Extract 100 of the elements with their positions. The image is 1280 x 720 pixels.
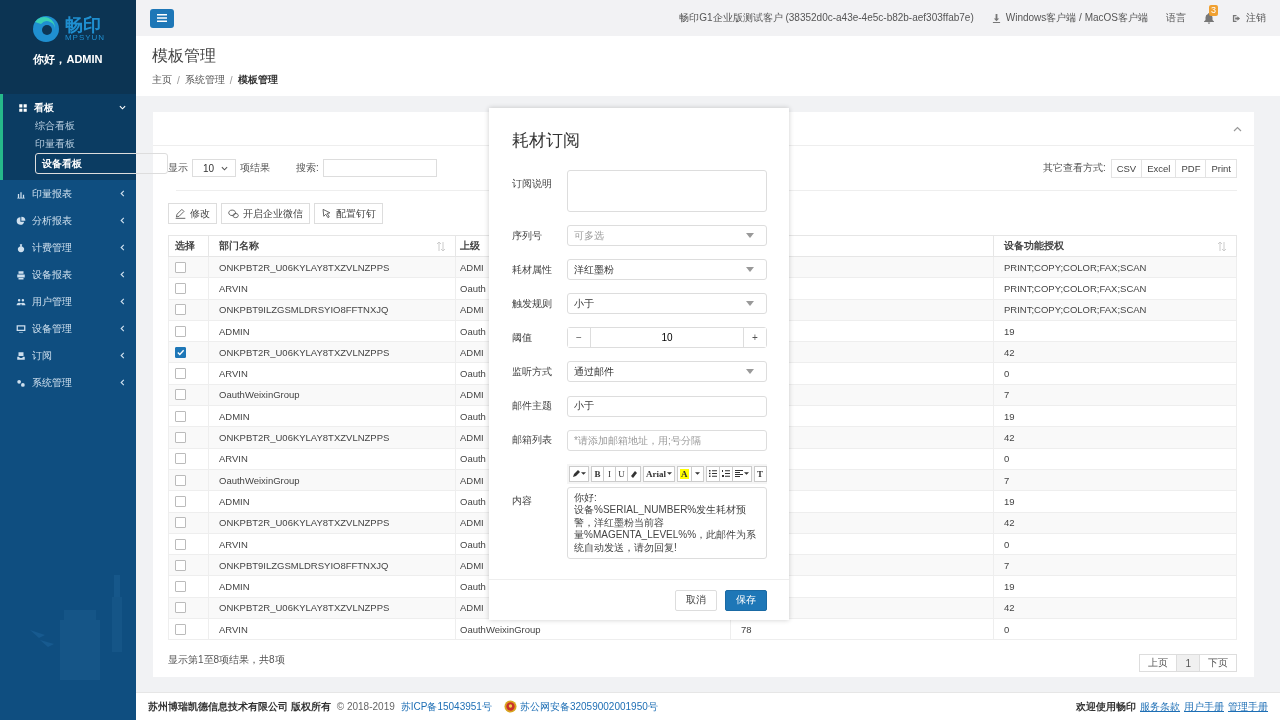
caret-icon (746, 267, 754, 272)
content-editor[interactable]: 你好: 设备%SERIAL_NUMBER%发生耗材预警，洋红墨粉当前容量%MAGENTA_LEVEL%%，此邮件为系统自动发送，请勿回复! (567, 486, 767, 559)
select-field[interactable]: 洋红墨粉 (567, 259, 767, 280)
row-checkbox[interactable] (175, 304, 186, 316)
toolbar-button[interactable] (705, 465, 720, 482)
select-field[interactable]: 小于 (567, 293, 767, 314)
export-button[interactable]: CSV (1110, 158, 1143, 178)
sidebar-item[interactable]: 印量报表 (0, 184, 136, 203)
row-checkbox[interactable] (175, 261, 186, 273)
row-checkbox[interactable] (175, 453, 186, 465)
row-checkbox[interactable] (175, 495, 186, 507)
sidebar-item[interactable]: 设备报表 (0, 265, 136, 284)
toolbar-button[interactable]: T (753, 465, 767, 482)
export-button[interactable]: PDF (1175, 158, 1207, 178)
bag-icon (16, 242, 26, 253)
table-cell: ONKPBT2R_U06KYLAY8TXZVLNZPPS (219, 517, 390, 529)
select-field[interactable]: 通过邮件 (567, 361, 767, 382)
row-checkbox[interactable] (175, 346, 186, 358)
export-button[interactable]: Print (1205, 158, 1237, 178)
sidebar-item[interactable]: 用户管理 (0, 292, 136, 311)
toolbar-button[interactable] (731, 465, 752, 482)
chevron-icon (119, 104, 126, 111)
action-button[interactable]: 开启企业微信 (221, 203, 310, 224)
threshold-stepper[interactable]: − 10 + (567, 327, 767, 348)
icp-link[interactable]: 苏ICP备15043951号 (400, 699, 492, 714)
breadcrumb-item[interactable]: 主页 (152, 73, 172, 87)
sidebar-item[interactable]: 设备管理 (0, 319, 136, 338)
sidebar-item[interactable]: 计费管理 (0, 238, 136, 257)
table-cell: Oauth (460, 538, 486, 550)
page-length-select[interactable]: 10 (192, 159, 236, 177)
row-checkbox[interactable] (175, 432, 186, 443)
export-label: 其它查看方式: (1042, 161, 1106, 175)
table-cell: ARVIN (219, 538, 248, 550)
language-menu[interactable]: 语言 (1166, 11, 1186, 25)
row-checkbox[interactable] (175, 410, 186, 422)
description-field[interactable] (567, 170, 767, 212)
sidebar-item[interactable]: 系统管理 (0, 373, 136, 392)
field-label: 订阅说明 (512, 177, 553, 191)
table-cell: ARVIN (219, 282, 248, 294)
sidebar-subitem[interactable]: 综合看板 (35, 117, 106, 135)
menu-button[interactable] (150, 8, 174, 28)
table-cell: Oauth (460, 581, 486, 593)
sidebar-item[interactable]: 订阅 (0, 346, 136, 365)
user-greeting: 你好，ADMIN (33, 52, 103, 67)
sidebar-subitem[interactable]: 设备看板 (35, 153, 168, 174)
table-cell: ONKPBT2R_U06KYLAY8TXZVLNZPPS (219, 432, 390, 443)
sort-icon[interactable] (1218, 241, 1226, 251)
threshold-field[interactable]: 10 (590, 328, 744, 347)
sort-icon[interactable] (437, 241, 445, 251)
row-checkbox[interactable] (175, 282, 186, 294)
row-checkbox[interactable] (175, 325, 186, 337)
footer-link[interactable]: 管理手册 (1228, 699, 1268, 714)
pen-icon (572, 469, 580, 478)
footer-link[interactable]: 用户手册 (1184, 699, 1224, 714)
export-button[interactable]: Excel (1141, 158, 1177, 178)
emblem-icon (503, 700, 517, 713)
footer-link[interactable]: 服务条款 (1140, 699, 1180, 714)
text-field[interactable]: 小于 (567, 395, 767, 417)
search-field[interactable] (322, 159, 437, 177)
row-checkbox[interactable] (175, 368, 186, 380)
welcome-text: 欢迎使用畅印 (1076, 699, 1136, 714)
row-checkbox[interactable] (175, 474, 186, 486)
row-checkbox[interactable] (175, 581, 186, 593)
row-checkbox[interactable] (175, 602, 186, 614)
row-checkbox[interactable] (175, 538, 186, 550)
sidebar-item[interactable]: 分析报表 (0, 211, 136, 230)
pagination-button[interactable]: 1 (1176, 654, 1200, 673)
column-header: 上级 (460, 239, 480, 253)
action-button[interactable]: 修改 (168, 203, 217, 224)
client-download-link[interactable]: Windows客户端 / MacOS客户端 (1005, 11, 1148, 25)
table-cell: ADMI (460, 346, 484, 358)
breadcrumb-item[interactable]: 系统管理 (184, 73, 225, 87)
toolbar-button[interactable]: A (677, 465, 692, 482)
toolbar-button[interactable] (627, 465, 641, 482)
row-checkbox[interactable] (175, 517, 186, 529)
logout-link[interactable]: 注销 (1246, 11, 1266, 25)
breadcrumb-separator: / (177, 74, 180, 86)
text-field[interactable]: *请添加邮箱地址，用;号分隔 (567, 429, 767, 451)
align-icon (734, 470, 743, 477)
collapse-icon[interactable] (1233, 125, 1242, 132)
sidebar-item[interactable]: 看板 (3, 98, 136, 117)
toolbar-button[interactable] (569, 465, 589, 482)
row-checkbox[interactable] (175, 559, 186, 571)
pagination-button[interactable]: 上页 (1139, 654, 1178, 673)
toolbar-button[interactable]: Arial (643, 465, 675, 482)
row-checkbox[interactable] (175, 623, 186, 635)
column-header: 部门名称 (219, 239, 259, 253)
cancel-button[interactable]: 取消 (675, 589, 717, 611)
brand-name: 畅印 (64, 16, 101, 34)
save-button[interactable]: 保存 (725, 589, 767, 611)
bell-icon[interactable] (1204, 12, 1214, 24)
caret-icon (746, 301, 754, 306)
pencil-icon (175, 208, 186, 219)
police-record-link[interactable]: 苏公网安备32059002001950号 (519, 699, 658, 714)
chevron-icon (119, 325, 126, 332)
action-button[interactable]: 配置钉钉 (314, 203, 383, 224)
pagination-button[interactable]: 下页 (1199, 654, 1237, 673)
sidebar-subitem[interactable]: 印量看板 (35, 135, 106, 153)
table-cell: ONKPBT2R_U06KYLAY8TXZVLNZPPS (219, 261, 390, 273)
row-checkbox[interactable] (175, 389, 186, 401)
